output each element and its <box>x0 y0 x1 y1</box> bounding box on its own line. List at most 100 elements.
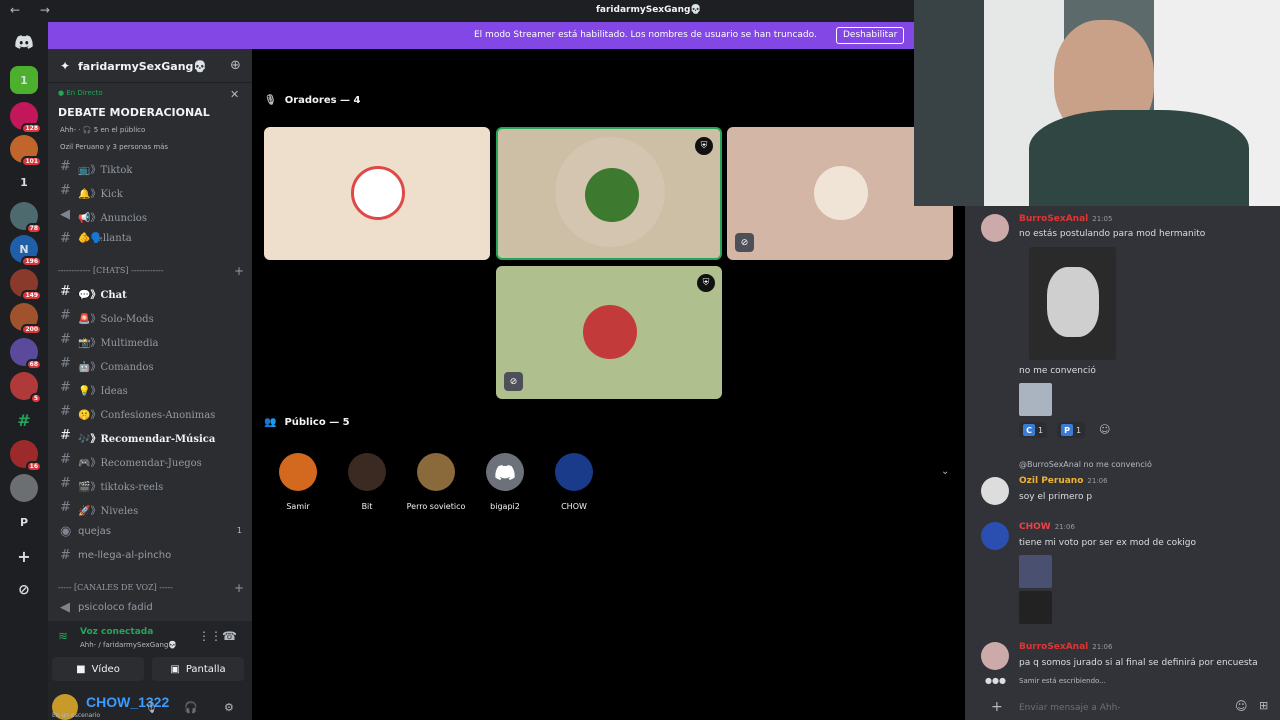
avatar[interactable] <box>981 214 1009 242</box>
chevron-down-icon[interactable]: ⌄ <box>941 466 949 477</box>
close-icon[interactable]: ✕ <box>230 88 239 101</box>
avatar[interactable] <box>981 522 1009 550</box>
channel-tiktoks-reels[interactable]: # 🎬》tiktoks-reels <box>56 474 246 494</box>
server-icon[interactable]: 16 <box>10 440 42 472</box>
hash-icon: # <box>60 308 71 323</box>
channel-tiktok[interactable]: # 📺》Tiktok <box>56 157 246 177</box>
message-author[interactable]: CHOW 21:06 <box>1019 522 1075 532</box>
channel-multimedia[interactable]: # 📸》Multimedia <box>56 330 246 350</box>
message-input[interactable]: + Enviar mensaje a Ahh- ☺ ⊞ <box>975 695 1275 719</box>
channel-llanta[interactable]: # 🫵🗣️llanta <box>56 229 246 249</box>
hash-icon: # <box>60 183 71 198</box>
add-reaction-icon[interactable]: ☺ <box>1099 423 1110 436</box>
video-button[interactable]: ■ Vídeo <box>52 657 144 681</box>
stage-event-info: Ahh- · 🎧 5 en el público <box>60 126 146 134</box>
gear-icon[interactable]: ⚙ <box>224 701 234 714</box>
voice-location[interactable]: Ahh- / faridarmySexGang💀 <box>80 641 177 649</box>
discord-home-icon[interactable] <box>10 28 38 56</box>
message-author[interactable]: Ozil Peruano 21:06 <box>1019 476 1108 486</box>
server-icon[interactable]: P <box>10 508 38 536</box>
audience-member[interactable]: Bit <box>337 453 397 511</box>
microphone-icon[interactable]: 🎙 <box>144 701 158 714</box>
camera-icon: ■ <box>76 663 86 675</box>
muted-mic-icon: ⊘ <box>504 372 523 391</box>
message-author[interactable]: BurroSexAnal 21:06 <box>1019 642 1112 652</box>
server-icon[interactable]: 78 <box>10 202 42 234</box>
explore-icon[interactable]: ⊘ <box>10 576 38 604</box>
hash-icon: # <box>60 284 71 299</box>
channel-niveles[interactable]: # 🚀》Niveles <box>56 498 246 518</box>
webcam-overlay <box>914 0 1280 206</box>
add-member-icon[interactable]: ⊕ <box>230 58 241 73</box>
server-icon[interactable]: N 196 <box>10 235 42 267</box>
message-author[interactable]: BurroSexAnal 21:05 <box>1019 214 1112 224</box>
reply-reference[interactable]: @BurroSexAnal no me convenció <box>1019 460 1152 469</box>
noise-suppression-icon[interactable]: ⋮⋮ <box>198 629 222 643</box>
channel-ideas[interactable]: # 💡》Ideas <box>56 378 246 398</box>
reaction[interactable]: C1 <box>1019 422 1048 438</box>
server-icon[interactable]: 5 <box>10 372 42 404</box>
speaker-tile[interactable] <box>264 127 490 260</box>
channel-kick[interactable]: # 🔔》Kick <box>56 181 246 201</box>
server-icon[interactable]: 68 <box>10 338 42 370</box>
avatar <box>279 453 317 491</box>
message-image[interactable] <box>1019 555 1052 588</box>
audience-member[interactable]: Samir <box>268 453 328 511</box>
history-nav[interactable]: ← → <box>10 3 58 17</box>
channel-anuncios[interactable]: ◀ 📢》Anuncios <box>56 205 246 225</box>
server-icon[interactable]: 128 <box>10 102 42 134</box>
shield-icon: ⛨ <box>697 274 715 292</box>
stage-event-title[interactable]: DEBATE MODERACIONAL <box>58 106 210 119</box>
server-list: 1 128 101 1 78 N 196 149 200 68 5 # 16 P … <box>0 22 48 720</box>
server-icon[interactable] <box>10 474 38 502</box>
message-image[interactable] <box>1019 591 1052 624</box>
audience-member[interactable]: bigapi2 <box>475 453 535 511</box>
avatar[interactable] <box>981 642 1009 670</box>
muted-mic-icon: ⊘ <box>735 233 754 252</box>
speaker-tile[interactable]: ⛨ <box>496 127 722 260</box>
discord-icon <box>486 453 524 491</box>
reaction[interactable]: P1 <box>1057 422 1086 438</box>
gift-icon[interactable]: ⊞ <box>1259 699 1268 712</box>
channel-recomendar-musica[interactable]: # 🎶》Recomendar-Música <box>56 426 246 446</box>
add-server-icon[interactable]: + <box>10 542 38 570</box>
channel-quejas[interactable]: ◉ quejas 1 <box>56 522 246 542</box>
speaker-tile[interactable]: ⛨ ⊘ <box>496 266 722 399</box>
server-icon[interactable]: 101 <box>10 135 42 167</box>
category-chats[interactable]: ------------ [CHATS] ------------ + <box>58 264 248 278</box>
disconnect-icon[interactable]: ☎ <box>222 629 237 643</box>
server-icon[interactable]: 1 <box>10 168 38 196</box>
server-icon[interactable]: # <box>10 406 38 434</box>
channel-confesiones[interactable]: # 🤫》Confesiones-Anonimas <box>56 402 246 422</box>
message-text: no me convenció <box>1019 366 1096 376</box>
voice-status[interactable]: Voz conectada <box>80 627 153 637</box>
channel-recomendar-juegos[interactable]: # 🎮》Recomendar-Juegos <box>56 450 246 470</box>
channel-chat[interactable]: # 💬》Chat <box>56 282 246 302</box>
user-status: En un escenario <box>52 712 101 719</box>
avatar[interactable] <box>981 477 1009 505</box>
add-channel-icon[interactable]: + <box>234 264 244 278</box>
guild-header[interactable]: ✦ faridarmySexGang💀 ⊕ <box>48 49 252 83</box>
disable-streamer-button[interactable]: Deshabilitar <box>836 27 905 44</box>
category-voice[interactable]: ----- [CANALES DE VOZ] ----- + <box>58 581 248 595</box>
voice-channel[interactable]: ◀ psicoloco fadid <box>56 598 246 618</box>
hash-icon: # <box>60 380 71 395</box>
server-icon[interactable]: 149 <box>10 269 42 301</box>
headphones-icon[interactable]: 🎧 <box>184 701 198 714</box>
server-icon-active[interactable]: 1 <box>10 66 38 94</box>
channel-solo-mods[interactable]: # 🚨》Solo-Mods <box>56 306 246 326</box>
avatar <box>585 168 639 222</box>
add-channel-icon[interactable]: + <box>234 581 244 595</box>
plus-icon[interactable]: + <box>991 699 1003 715</box>
audience-member[interactable]: CHOW <box>544 453 604 511</box>
emoji-icon[interactable]: ☺ <box>1235 699 1248 713</box>
channel-me-llega[interactable]: # me-llega-al-pincho <box>56 546 246 566</box>
server-icon[interactable]: 200 <box>10 303 42 335</box>
message-image[interactable] <box>1019 383 1052 416</box>
hash-icon: # <box>60 500 71 515</box>
screen-share-button[interactable]: ▣ Pantalla <box>152 657 244 681</box>
message-image[interactable] <box>1029 247 1116 360</box>
channel-comandos[interactable]: # 🤖》Comandos <box>56 354 246 374</box>
audience-header: 👥 Público — 5 <box>264 417 350 428</box>
audience-member[interactable]: Perro sovietico <box>406 453 466 511</box>
